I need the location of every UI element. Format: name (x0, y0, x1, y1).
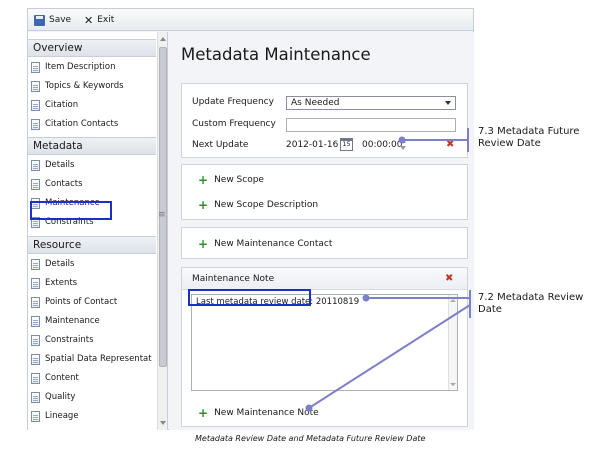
new-scope-button[interactable]: + New Scope (198, 173, 264, 187)
sidebar-item-resource-maintenance[interactable]: Maintenance (31, 313, 155, 329)
add-icon: + (198, 173, 209, 187)
sidebar-item-resource-quality[interactable]: Quality (31, 389, 155, 405)
contact-panel: + New Maintenance Contact (181, 227, 468, 259)
next-update-date[interactable]: 2012-01-16 (286, 140, 338, 150)
sidebar: Overview Item Description Topics & Keywo… (28, 32, 168, 430)
splitter-grip-icon[interactable]: ≡ (158, 210, 166, 220)
document-icon (31, 277, 40, 289)
sidebar-item-resource-extents[interactable]: Extents (31, 275, 155, 291)
section-header-resource: Resource (28, 236, 156, 254)
scroll-up-icon[interactable] (160, 37, 166, 41)
note-scrollbar[interactable] (448, 295, 457, 390)
sidebar-item-citation-contacts[interactable]: Citation Contacts (31, 116, 155, 132)
new-scope-description-button[interactable]: + New Scope Description (198, 198, 318, 212)
document-icon (31, 391, 40, 403)
document-icon (31, 80, 40, 92)
scope-panel: + New Scope + New Scope Description (181, 164, 468, 220)
maintenance-note-textarea[interactable]: Last metadata review date: 20110819 (191, 294, 458, 391)
sidebar-item-resource-points-of-contact[interactable]: Points of Contact (31, 294, 155, 310)
note-header-label: Maintenance Note (192, 274, 275, 284)
note-header: Maintenance Note ✖ (182, 268, 467, 290)
page-title: Metadata Maintenance (181, 45, 371, 64)
update-frequency-label: Update Frequency (192, 97, 274, 107)
sidebar-item-resource-lineage[interactable]: Lineage (31, 408, 155, 424)
note-value: 20110819 (315, 297, 360, 307)
document-icon (31, 159, 40, 171)
custom-frequency-label: Custom Frequency (192, 119, 276, 129)
sidebar-item-resource-spatial-data[interactable]: Spatial Data Representat (31, 351, 155, 367)
document-icon (31, 372, 40, 384)
sidebar-scroll-thumb[interactable] (159, 47, 167, 367)
sidebar-item-metadata-details[interactable]: Details (31, 157, 155, 173)
close-icon: ✕ (84, 13, 94, 27)
toolbar: Save ✕ Exit (28, 9, 473, 31)
next-update-time[interactable]: 00:00:00 (362, 140, 402, 150)
main-content: Metadata Maintenance Update Frequency As… (169, 32, 474, 430)
section-header-metadata: Metadata (28, 137, 156, 155)
new-maintenance-note-button[interactable]: + New Maintenance Note (198, 406, 319, 420)
figure-caption: Metadata Review Date and Metadata Future… (195, 434, 426, 443)
add-icon: + (198, 237, 209, 251)
update-frequency-select[interactable]: As Needed (286, 96, 456, 110)
clear-next-update-icon[interactable]: ✖ (446, 139, 454, 150)
document-icon (31, 99, 40, 111)
document-icon (31, 334, 40, 346)
document-icon (31, 178, 40, 190)
save-button[interactable]: Save (34, 13, 71, 27)
document-icon (31, 410, 40, 422)
calendar-icon[interactable]: 15 (340, 138, 353, 151)
document-icon (31, 353, 40, 365)
exit-button[interactable]: ✕ Exit (84, 13, 114, 27)
sidebar-scrollbar[interactable] (157, 32, 167, 430)
new-maintenance-contact-button[interactable]: + New Maintenance Contact (198, 237, 332, 251)
frequency-panel: Update Frequency As Needed Custom Freque… (181, 83, 468, 158)
add-icon: + (198, 406, 209, 420)
document-icon (31, 258, 40, 270)
document-icon (31, 315, 40, 327)
sidebar-item-resource-content[interactable]: Content (31, 370, 155, 386)
sidebar-item-item-description[interactable]: Item Description (31, 59, 155, 75)
section-header-overview: Overview (28, 39, 156, 57)
document-icon (31, 61, 40, 73)
review-callout: 7.2 Metadata Review Date (478, 292, 584, 315)
next-update-label: Next Update (192, 140, 249, 150)
exit-label: Exit (97, 15, 115, 25)
sidebar-item-resource-constraints[interactable]: Constraints (31, 332, 155, 348)
document-icon (31, 296, 40, 308)
review-date-highlight (188, 289, 311, 306)
save-icon (34, 14, 45, 26)
editor-window: Save ✕ Exit Overview Item Description To… (27, 8, 474, 430)
sidebar-item-citation[interactable]: Citation (31, 97, 155, 113)
sidebar-item-topics-keywords[interactable]: Topics & Keywords (31, 78, 155, 94)
maintenance-highlight (30, 201, 112, 220)
document-icon (31, 118, 40, 130)
save-label: Save (49, 15, 72, 25)
sidebar-item-resource-details[interactable]: Details (31, 256, 155, 272)
scroll-down-icon[interactable] (160, 421, 166, 425)
future-review-callout: 7.3 Metadata Future Review Date (478, 126, 580, 149)
add-icon: + (198, 198, 209, 212)
sidebar-item-metadata-contacts[interactable]: Contacts (31, 176, 155, 192)
delete-note-icon[interactable]: ✖ (445, 273, 453, 284)
time-spinner-icon[interactable] (400, 138, 407, 151)
custom-frequency-input[interactable] (286, 118, 456, 132)
